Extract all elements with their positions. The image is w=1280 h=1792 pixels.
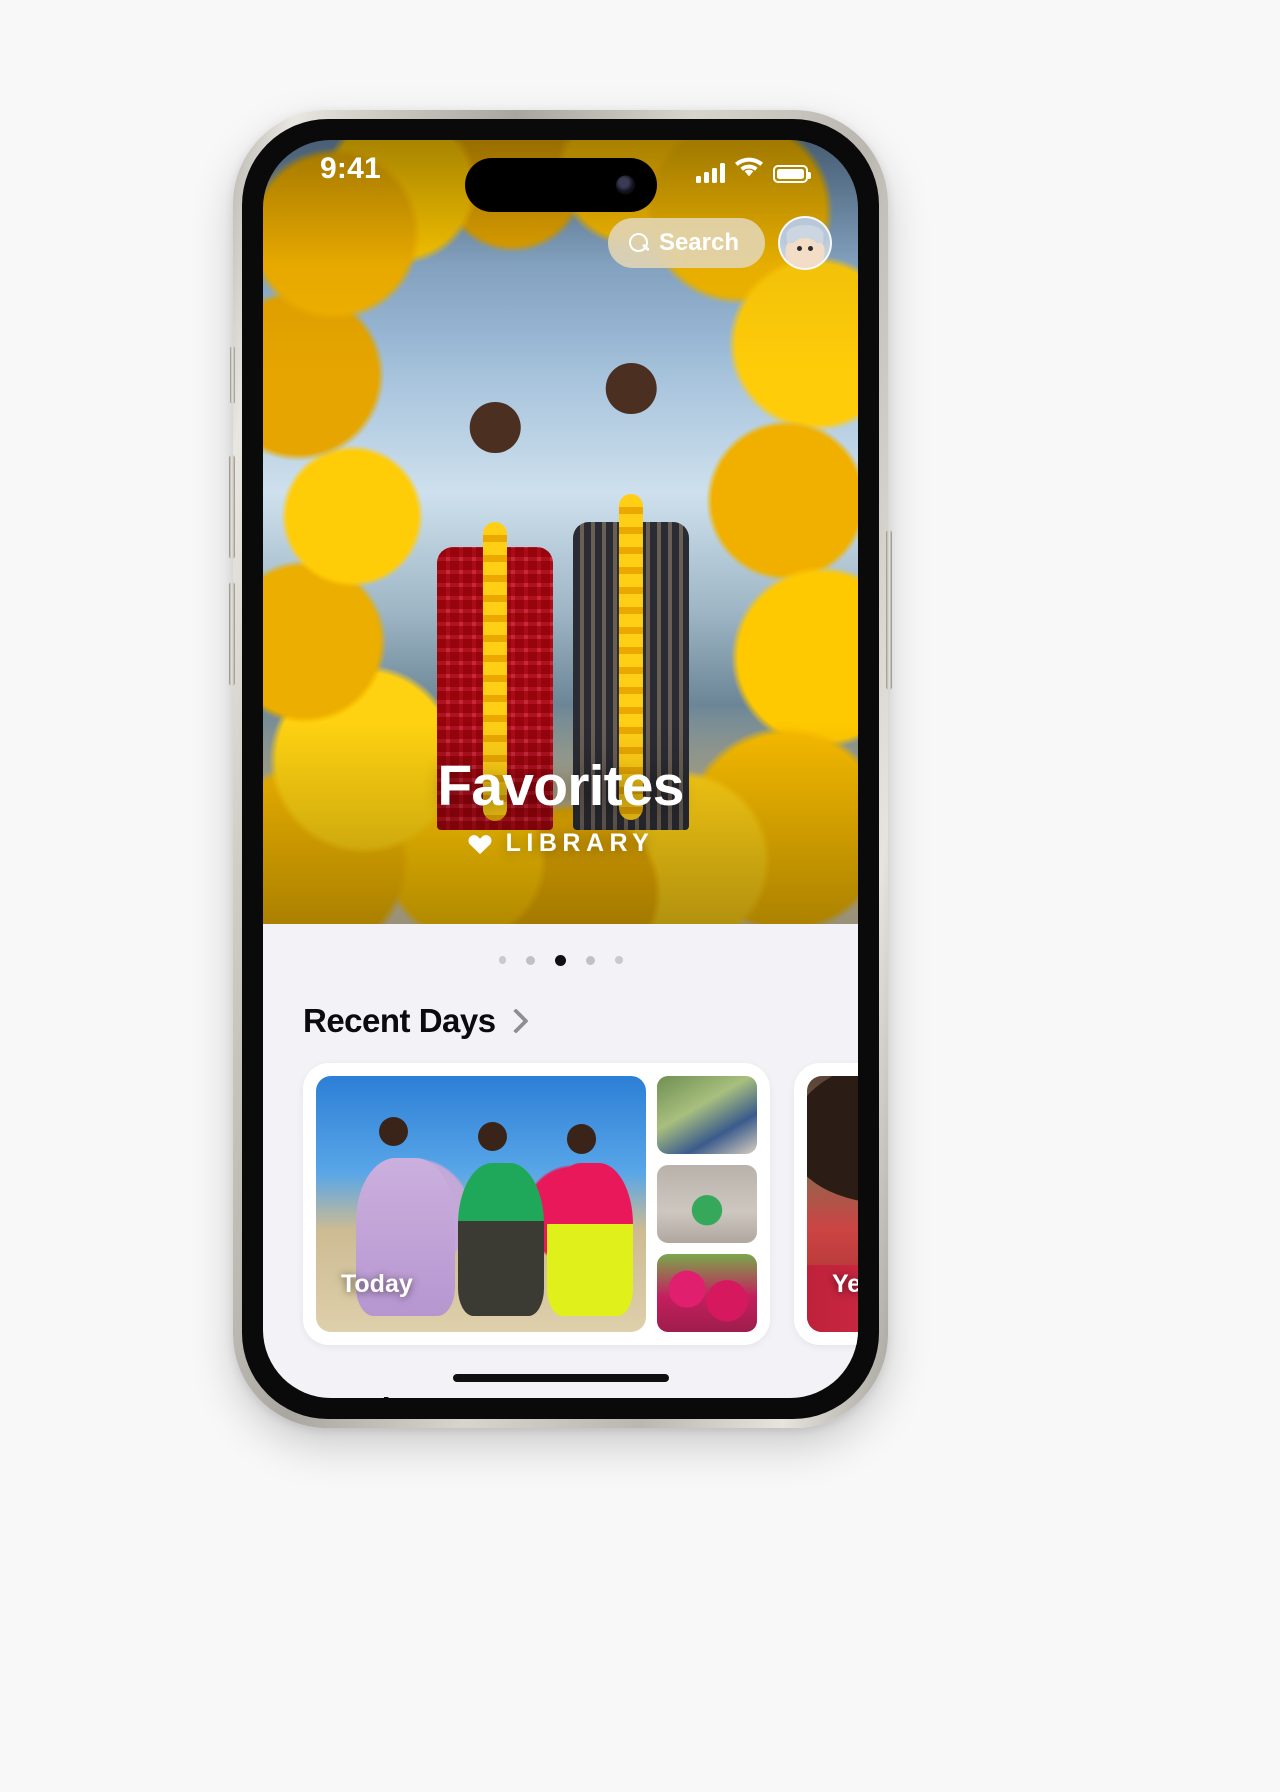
power-button[interactable] [886,530,892,690]
volume-up-button[interactable] [229,455,235,559]
girl-head-3 [566,1124,597,1155]
hero-subtitle-label: LIBRARY [505,828,655,857]
page-dot-4[interactable] [586,955,595,965]
page-dot-1[interactable] [498,956,506,964]
search-icon [628,232,650,254]
home-indicator[interactable] [452,1374,669,1382]
wifi-icon [734,156,764,183]
featured-photo-hero[interactable]: Favorites LIBRARY 9:41 Search [263,140,858,924]
today-thumbnail-column [657,1075,757,1332]
day-card-label: Yesterday [832,1269,858,1298]
hero-title-block: Favorites LIBRARY [263,753,858,858]
recent-days-row[interactable]: Today Ye [263,1062,858,1345]
yesterday-main-photo[interactable]: Yesterday [807,1075,858,1332]
girl-body-3 [547,1162,633,1317]
status-indicators [696,156,811,183]
silence-switch[interactable] [230,346,235,404]
front-camera-icon [615,175,635,195]
today-thumbnail-1[interactable] [657,1075,757,1154]
dynamic-island[interactable] [464,158,657,212]
today-thumbnail-3[interactable] [657,1253,757,1332]
avatar-face [790,238,820,266]
device-bezel: Favorites LIBRARY 9:41 Search Recent Day… [242,119,879,1419]
screenshot-canvas: Favorites LIBRARY 9:41 Search Recent Day… [0,0,1280,1792]
today-main-photo[interactable]: Today [316,1075,646,1332]
library-content-sheet: Recent Days Today Ye [263,923,858,1398]
recent-days-title: Recent Days [303,1001,496,1039]
day-card-label: Today [341,1269,413,1298]
signal-bars-icon [696,162,725,183]
carousel-page-dots[interactable] [263,924,858,966]
avatar-eye-left [797,246,802,251]
status-clock: 9:41 [320,152,381,185]
girl-body-2 [457,1162,544,1317]
page-dot-5[interactable] [615,956,623,964]
avatar-eye-right [808,246,813,251]
portrait-hair [807,1075,858,1204]
day-card-yesterday[interactable]: Yesterday [794,1062,858,1345]
search-button[interactable]: Search [607,218,765,268]
iphone-device-frame: Favorites LIBRARY 9:41 Search Recent Day… [229,110,892,1428]
recent-days-header[interactable]: Recent Days [263,1002,858,1040]
hero-toolbar: Search [607,216,832,270]
battery-full-icon [773,165,811,183]
account-avatar-button[interactable] [778,216,832,270]
heart-icon [467,831,493,855]
chevron-right-icon[interactable] [527,1397,542,1398]
people-and-pets-title: People & Pets [303,1391,517,1398]
chevron-right-icon[interactable] [506,1008,521,1034]
girl-head-2 [477,1121,508,1152]
page-dot-3-active[interactable] [555,954,566,966]
girl-head-1 [378,1116,409,1147]
device-screen: Favorites LIBRARY 9:41 Search Recent Day… [263,140,858,1398]
hero-subtitle: LIBRARY [263,829,858,858]
search-button-label: Search [658,229,739,256]
people-and-pets-header[interactable]: People & Pets [263,1391,858,1398]
volume-down-button[interactable] [229,582,235,686]
today-thumbnail-2[interactable] [657,1164,757,1243]
page-dot-2[interactable] [526,955,535,965]
day-card-today[interactable]: Today [303,1062,770,1345]
page-title: Favorites [437,753,684,818]
